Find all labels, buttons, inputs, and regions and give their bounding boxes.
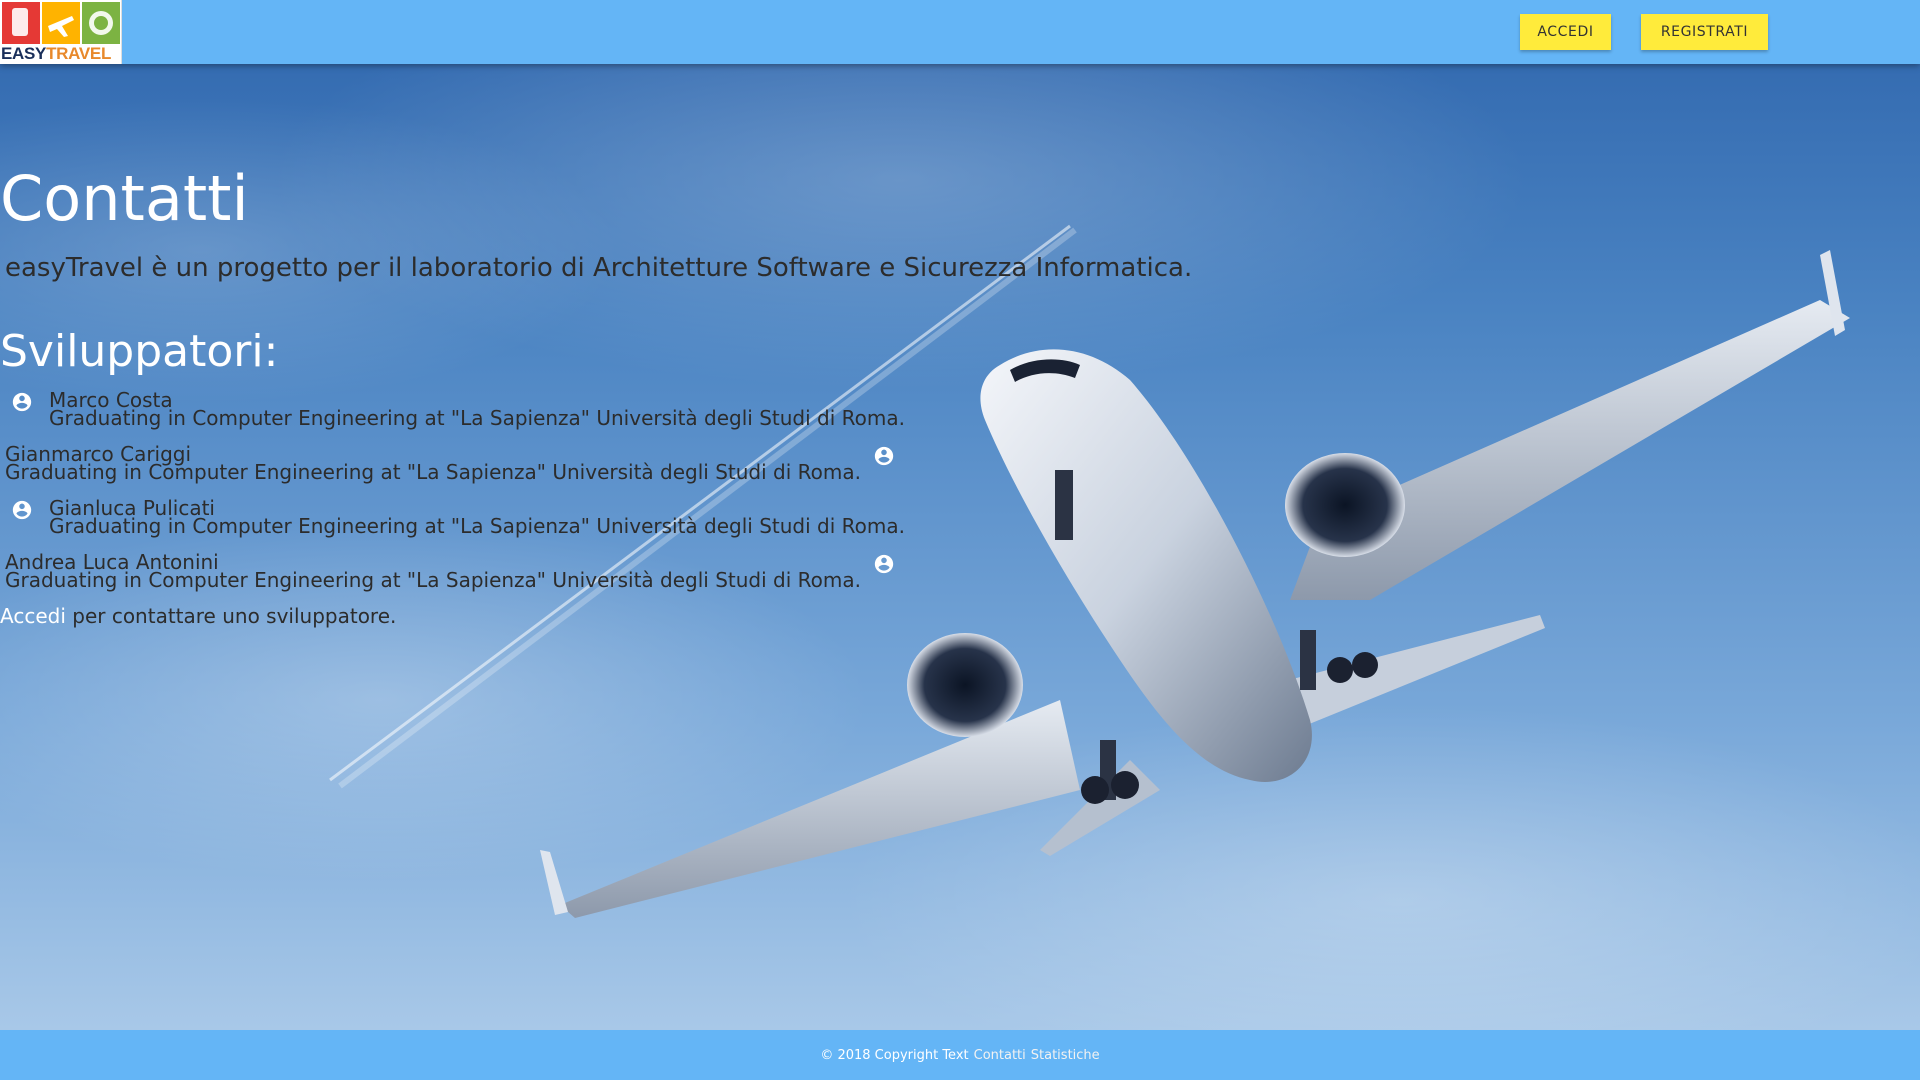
footer-link-contatti[interactable]: Contatti — [974, 1048, 1026, 1063]
developer-card: Gianluca Pulicati Graduating in Computer… — [49, 498, 905, 538]
footer-link-statistiche[interactable]: Statistiche — [1031, 1048, 1100, 1063]
login-link[interactable]: Accedi — [0, 604, 66, 628]
developer-description: Graduating in Computer Engineering at "L… — [5, 568, 861, 592]
page-title: Contatti — [0, 162, 249, 235]
account-circle-icon — [873, 553, 895, 575]
developer-description: Graduating in Computer Engineering at "L… — [49, 514, 905, 538]
intro-text: easyTravel è un progetto per il laborato… — [5, 253, 1193, 283]
login-button[interactable]: ACCEDI — [1520, 14, 1611, 50]
logo-word-travel: TRAVEL — [46, 44, 112, 63]
developer-description: Graduating in Computer Engineering at "L… — [49, 406, 905, 430]
logo-wordmark: EASYTRAVEL — [1, 45, 111, 63]
register-button[interactable]: REGISTRATI — [1641, 14, 1768, 50]
logo-tiles-icon — [2, 2, 120, 44]
contact-prompt: Accedi per contattare uno sviluppatore. — [0, 604, 396, 628]
developer-card: Gianmarco Cariggi Graduating in Computer… — [5, 444, 861, 484]
logo-word-easy: EASY — [1, 44, 47, 63]
top-navbar: EASYTRAVEL ACCEDI REGISTRATI — [0, 0, 1920, 64]
developer-description: Graduating in Computer Engineering at "L… — [5, 460, 861, 484]
contact-prompt-text: per contattare uno sviluppatore. — [65, 604, 397, 628]
developer-card: Marco Costa Graduating in Computer Engin… — [49, 390, 905, 430]
footer: © 2018 Copyright Text Contatti Statistic… — [0, 1030, 1920, 1080]
account-circle-icon — [11, 499, 33, 521]
account-circle-icon — [873, 445, 895, 467]
easytravel-logo[interactable]: EASYTRAVEL — [0, 0, 122, 64]
account-circle-icon — [11, 391, 33, 413]
developers-heading: Sviluppatori: — [0, 326, 279, 377]
developer-card: Andrea Luca Antonini Graduating in Compu… — [5, 552, 861, 592]
footer-copyright: © 2018 Copyright Text — [820, 1047, 969, 1063]
